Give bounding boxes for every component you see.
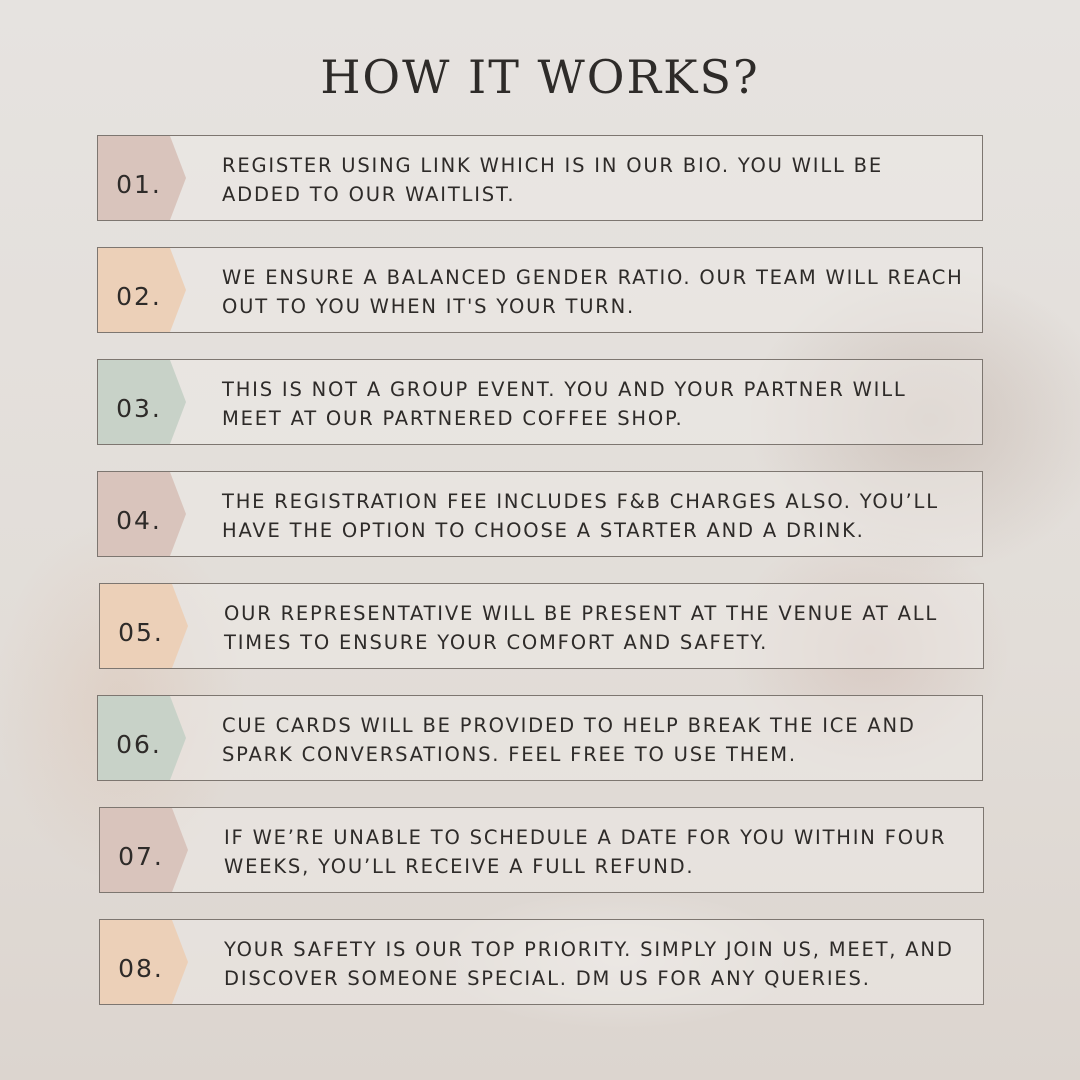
step-card-5: 05. OUR REPRESENTATIVE WILL BE PRESENT A… [99,583,984,669]
step-card-7: 07. IF WE’RE UNABLE TO SCHEDULE A DATE F… [99,807,984,893]
step-number: 01. [116,169,162,199]
step-number-tab: 04. [98,472,186,556]
page-title: HOW IT WORKS? [320,50,760,104]
step-number-tab: 08. [100,920,188,1004]
step-number-tab: 07. [100,808,188,892]
step-number: 05. [118,617,164,647]
step-card-8: 08. YOUR SAFETY IS OUR TOP PRIORITY. SIM… [99,919,984,1005]
step-number: 08. [118,953,164,983]
step-text: OUR REPRESENTATIVE WILL BE PRESENT AT TH… [224,602,939,654]
step-card-6: 06. CUE CARDS WILL BE PROVIDED TO HELP B… [97,695,983,781]
step-text: IF WE’RE UNABLE TO SCHEDULE A DATE FOR Y… [224,826,947,878]
step-number: 04. [116,505,162,535]
step-number-tab: 05. [100,584,188,668]
step-text: WE ENSURE A BALANCED GENDER RATIO. OUR T… [222,266,964,318]
step-card-4: 04. THE REGISTRATION FEE INCLUDES F&B CH… [97,471,983,557]
step-number-tab: 06. [98,696,186,780]
step-number-tab: 02. [98,248,186,332]
step-number: 07. [118,841,164,871]
step-card-3: 03. THIS IS NOT A GROUP EVENT. YOU AND Y… [97,359,983,445]
step-number-tab: 03. [98,360,186,444]
step-text: THE REGISTRATION FEE INCLUDES F&B CHARGE… [222,490,939,542]
step-number: 03. [116,393,162,423]
step-card-2: 02. WE ENSURE A BALANCED GENDER RATIO. O… [97,247,983,333]
step-number: 02. [116,281,162,311]
step-text: CUE CARDS WILL BE PROVIDED TO HELP BREAK… [222,714,916,766]
step-card-1: 01. REGISTER USING LINK WHICH IS IN OUR … [97,135,983,221]
step-number: 06. [116,729,162,759]
step-number-tab: 01. [98,136,186,220]
step-text: THIS IS NOT A GROUP EVENT. YOU AND YOUR … [222,378,907,430]
step-text: REGISTER USING LINK WHICH IS IN OUR BIO.… [222,154,883,206]
step-text: YOUR SAFETY IS OUR TOP PRIORITY. SIMPLY … [224,938,954,990]
